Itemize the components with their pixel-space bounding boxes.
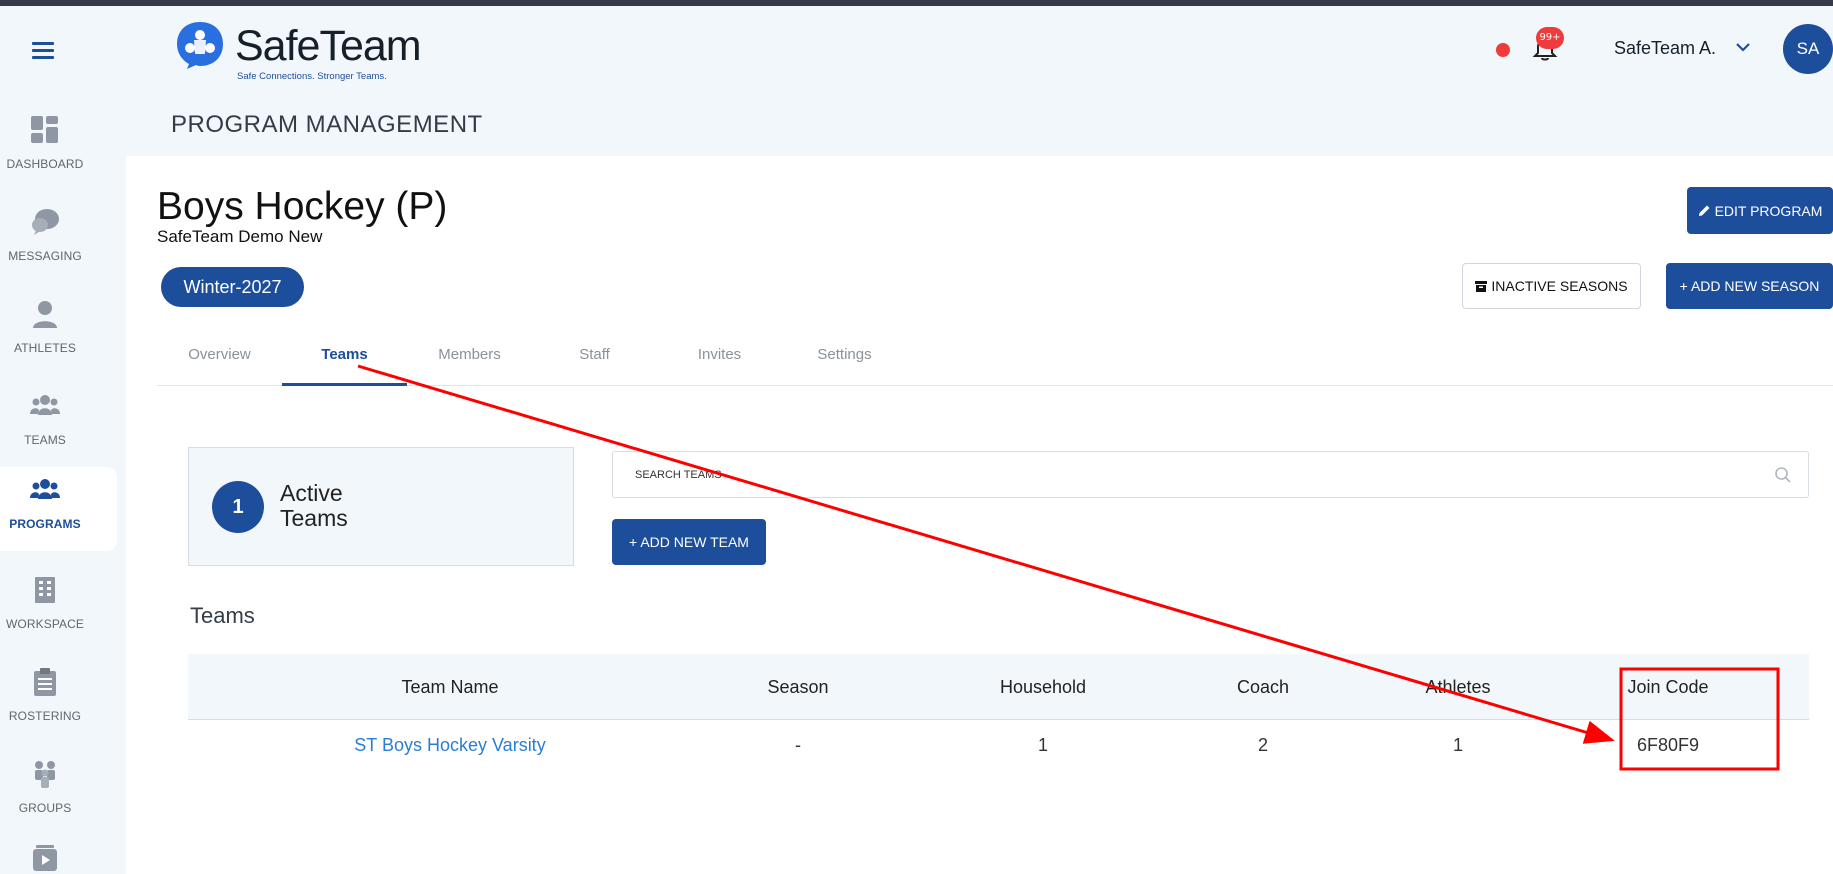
column-header: Coach <box>1236 677 1290 697</box>
team-coach: 2 <box>1257 735 1268 755</box>
status-indicator <box>1496 43 1510 57</box>
sidebar-item-programs[interactable]: PROGRAMS <box>0 467 117 551</box>
notification-badge: 99+ <box>1536 27 1564 49</box>
clipboard-icon <box>34 668 56 696</box>
sidebar-item-dashboard[interactable]: DASHBOARD <box>0 107 117 191</box>
program-title: Boys Hockey (P) <box>157 185 448 228</box>
sidebar-item-athletes[interactable]: ATHLETES <box>0 291 117 375</box>
chevron-down-icon[interactable] <box>1734 38 1752 56</box>
team-athletes: 1 <box>1452 735 1463 755</box>
sidebar-item-label: GROUPS <box>18 801 72 815</box>
avatar[interactable]: SA <box>1783 24 1833 74</box>
teams-table: Team Name Season Household Coach Athlete… <box>188 654 1809 770</box>
edit-program-button[interactable]: EDIT PROGRAM <box>1687 187 1833 234</box>
program-tabs: Overview Teams Members Staff Invites Set… <box>157 336 1833 386</box>
archive-icon <box>1475 281 1488 292</box>
sidebar-item-label: TEAMS <box>24 433 66 447</box>
teams-heading: Teams <box>190 603 255 628</box>
sidebar-item-label: PROGRAMS <box>9 517 81 531</box>
group-icon <box>30 395 60 415</box>
column-header: Season <box>767 677 829 697</box>
safeteam-logo-icon <box>177 22 223 69</box>
sidebar-item-label: ATHLETES <box>14 341 76 355</box>
program-organization: SafeTeam Demo New <box>157 227 323 246</box>
sidebar-item-label: DASHBOARD <box>6 157 84 171</box>
sidebar-item-messaging[interactable]: MESSAGING <box>0 199 117 283</box>
active-teams-count: 1 <box>212 481 264 533</box>
tab-overview[interactable]: Overview <box>157 336 282 386</box>
tab-settings[interactable]: Settings <box>782 336 907 386</box>
active-teams-card: 1 Active Teams <box>188 447 574 566</box>
inactive-seasons-button[interactable]: INACTIVE SEASONS <box>1462 263 1641 309</box>
search-icon[interactable] <box>1774 466 1792 484</box>
column-header: Athletes <box>1425 677 1491 697</box>
column-header: Join Code <box>1627 677 1709 697</box>
brand-tagline: Safe Connections. Stronger Teams. <box>237 71 387 82</box>
season-selector[interactable]: Winter-2027 <box>161 267 304 307</box>
column-header: Household <box>999 677 1087 697</box>
building-icon <box>35 577 55 603</box>
brand-name: SafeTeam <box>235 22 422 70</box>
edit-program-label: EDIT PROGRAM <box>1714 202 1823 219</box>
sidebar-item-rostering[interactable]: ROSTERING <box>0 659 117 743</box>
tab-invites[interactable]: Invites <box>657 336 782 386</box>
dashboard-icon <box>31 116 58 143</box>
hamburger-icon[interactable] <box>32 40 56 60</box>
inactive-seasons-label: INACTIVE SEASONS <box>1491 278 1628 294</box>
group-icon <box>30 479 60 499</box>
sidebar-item-videos[interactable] <box>0 837 117 874</box>
add-new-team-button[interactable]: + ADD NEW TEAM <box>612 519 766 565</box>
tab-staff[interactable]: Staff <box>532 336 657 386</box>
person-icon <box>33 301 57 328</box>
sidebar-item-label: MESSAGING <box>8 249 82 263</box>
column-header: Team Name <box>401 677 499 697</box>
search-input[interactable] <box>635 452 1745 497</box>
team-join-code: 6F80F9 <box>1636 735 1700 755</box>
sidebar-item-label: ROSTERING <box>8 709 82 723</box>
user-menu-name[interactable]: SafeTeam A. <box>1614 38 1716 59</box>
chat-bubbles-icon <box>32 209 59 235</box>
tab-members[interactable]: Members <box>407 336 532 386</box>
team-name-link[interactable]: ST Boys Hockey Varsity <box>308 720 592 770</box>
sidebar-item-workspace[interactable]: WORKSPACE <box>0 567 117 651</box>
sidebar-item-label: WORKSPACE <box>5 617 85 631</box>
table-row[interactable]: ST Boys Hockey Varsity - 1 2 1 6F80F9 <box>188 720 1809 770</box>
add-new-season-button[interactable]: + ADD NEW SEASON <box>1666 263 1833 309</box>
tab-teams[interactable]: Teams <box>282 336 407 386</box>
search-teams-box <box>612 451 1809 498</box>
people-icon <box>35 761 55 788</box>
pencil-icon <box>1698 205 1710 216</box>
active-teams-label: Active Teams <box>280 480 348 531</box>
window-top-bar <box>0 0 1833 6</box>
sidebar-item-teams[interactable]: TEAMS <box>0 383 117 467</box>
team-household: 1 <box>1037 735 1048 755</box>
video-icon <box>33 845 57 871</box>
table-header: Team Name Season Household Coach Athlete… <box>188 654 1809 720</box>
page-title: PROGRAM MANAGEMENT <box>171 111 483 138</box>
sidebar: DASHBOARD MESSAGING ATHLETES TEAMS PROGR… <box>0 6 126 874</box>
brand-logo[interactable]: SafeTeam Safe Connections. Stronger Team… <box>175 20 455 84</box>
sidebar-item-groups[interactable]: GROUPS <box>0 751 117 835</box>
team-season: - <box>795 735 801 755</box>
